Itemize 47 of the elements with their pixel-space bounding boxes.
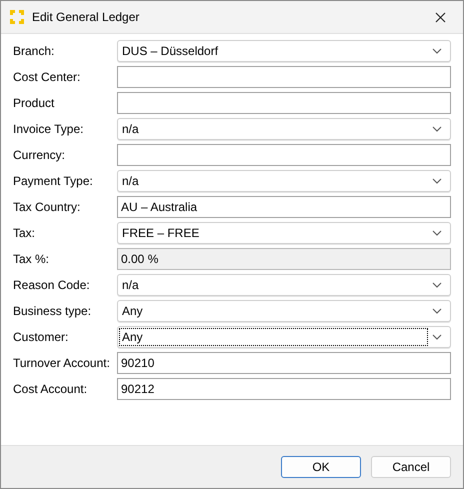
field-label: Cost Center: [13, 69, 82, 86]
field-label: Reason Code: [13, 277, 91, 294]
chevron-down-icon [432, 126, 442, 132]
app-icon [9, 9, 25, 25]
field-label: Invoice Type: [13, 121, 84, 138]
chevron-down-icon [432, 334, 442, 340]
dropdown[interactable]: n/a [117, 274, 451, 296]
dropdown[interactable]: FREE – FREE [117, 222, 451, 244]
input-field[interactable] [117, 66, 451, 88]
dialog-button[interactable]: OK [281, 456, 361, 478]
window-title: Edit General Ledger [32, 9, 140, 26]
input-field[interactable] [117, 144, 451, 166]
dropdown-value: FREE – FREE [122, 225, 200, 242]
field-label: Tax %: [13, 251, 50, 268]
dropdown-value: n/a [122, 173, 139, 190]
field-label: Customer: [13, 329, 70, 346]
dropdown-value: Any [122, 303, 143, 320]
field-label: Cost Account: [13, 381, 88, 398]
input-field[interactable]: 0.00 % [117, 248, 451, 270]
dropdown[interactable]: Any [117, 326, 451, 348]
input-field[interactable]: 90210 [117, 352, 451, 374]
chevron-down-icon [432, 230, 442, 236]
field-label: Tax: [13, 225, 36, 242]
dropdown-value: n/a [122, 277, 139, 294]
field-label: Tax Country: [13, 199, 82, 216]
dropdown-value: DUS – Düsseldorf [122, 43, 218, 60]
dropdown[interactable]: n/a [117, 170, 451, 192]
chevron-down-icon [432, 308, 442, 314]
field-label: Product [13, 95, 56, 112]
input-field[interactable]: AU – Australia [117, 196, 451, 218]
dialog-button[interactable]: Cancel [371, 456, 451, 478]
chevron-down-icon [432, 282, 442, 288]
input-field[interactable]: 90212 [117, 378, 451, 400]
dropdown[interactable]: Any [117, 300, 451, 322]
field-label: Turnover Account: [13, 355, 111, 372]
field-label: Currency: [13, 147, 66, 164]
dropdown-value: Any [122, 329, 143, 346]
chevron-down-icon [432, 178, 442, 184]
dropdown[interactable]: DUS – Düsseldorf [117, 40, 451, 62]
chevron-down-icon [432, 48, 442, 54]
close-icon [434, 12, 446, 22]
dropdown-value: n/a [122, 121, 139, 138]
input-field[interactable] [117, 92, 451, 114]
field-label: Branch: [13, 43, 56, 60]
field-label: Business type: [13, 303, 92, 320]
field-label: Payment Type: [13, 173, 94, 190]
dropdown[interactable]: n/a [117, 118, 451, 140]
